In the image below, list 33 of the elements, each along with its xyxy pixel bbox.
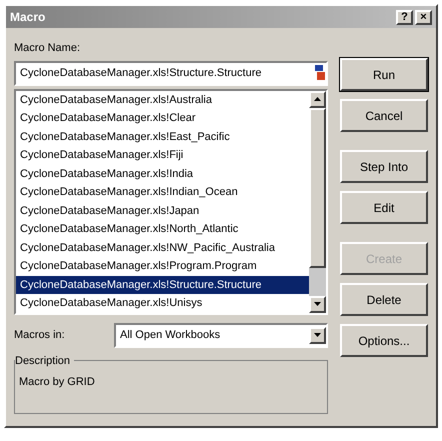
scroll-down-button[interactable] (309, 296, 326, 312)
macro-list-item[interactable]: CycloneDatabaseManager.xls!Clear (16, 109, 309, 128)
macro-list-item[interactable]: CycloneDatabaseManager.xls!Fiji (16, 146, 309, 164)
macro-list-item[interactable]: CycloneDatabaseManager.xls!India (16, 164, 309, 183)
macro-name-field[interactable]: CycloneDatabaseManager.xls!Structure.Structure (14, 60, 328, 86)
dialog-button[interactable]: Edit (340, 191, 428, 224)
macro-list-item[interactable]: CycloneDatabaseManager.xls!Program.Program (16, 257, 309, 276)
macro-list-item[interactable]: CycloneDatabaseManager.xls!Unisys (16, 294, 309, 312)
macro-list-item[interactable]: CycloneDatabaseManager.xls!Structure.Structure (16, 276, 309, 294)
macros-in-dropdown[interactable]: All Open Workbooks (114, 322, 328, 348)
up-arrow-icon (314, 97, 321, 101)
dialog-button[interactable]: Delete (340, 283, 428, 316)
macro-list-item[interactable]: CycloneDatabaseManager.xls!North_Atlantic (16, 220, 309, 238)
macro-list-item[interactable]: CycloneDatabaseManager.xls!Japan (16, 202, 309, 220)
macro-list-item[interactable]: CycloneDatabaseManager.xls!NW_Pacific_Australia (16, 238, 309, 257)
window-title: Macro (10, 9, 46, 26)
dialog-button[interactable]: Options... (340, 324, 428, 357)
picker-icon[interactable] (314, 65, 326, 81)
dialog-button[interactable]: Cancel (340, 99, 428, 132)
description-text: Macro by GRID (19, 376, 95, 388)
scroll-up-button[interactable] (309, 90, 326, 108)
dialog-button[interactable]: Step Into (340, 150, 428, 183)
macros-in-label: Macros in: (14, 328, 66, 343)
macro-name-label: Macro Name: (14, 41, 82, 56)
macro-list-item[interactable]: CycloneDatabaseManager.xls!Australia (16, 90, 309, 109)
title-bar-button[interactable]: × (415, 10, 432, 24)
macro-list-item[interactable]: CycloneDatabaseManager.xls!Indian_Ocean (16, 183, 309, 202)
macro-list-item[interactable]: CycloneDatabaseManager.xls!East_Pacific (16, 128, 309, 146)
dialog-button[interactable]: Run (340, 58, 428, 91)
scrollbar-thumb[interactable] (309, 108, 326, 268)
title-bar-button[interactable]: ? (396, 10, 413, 24)
down-arrow-icon (314, 302, 321, 306)
down-arrow-icon (314, 333, 321, 337)
